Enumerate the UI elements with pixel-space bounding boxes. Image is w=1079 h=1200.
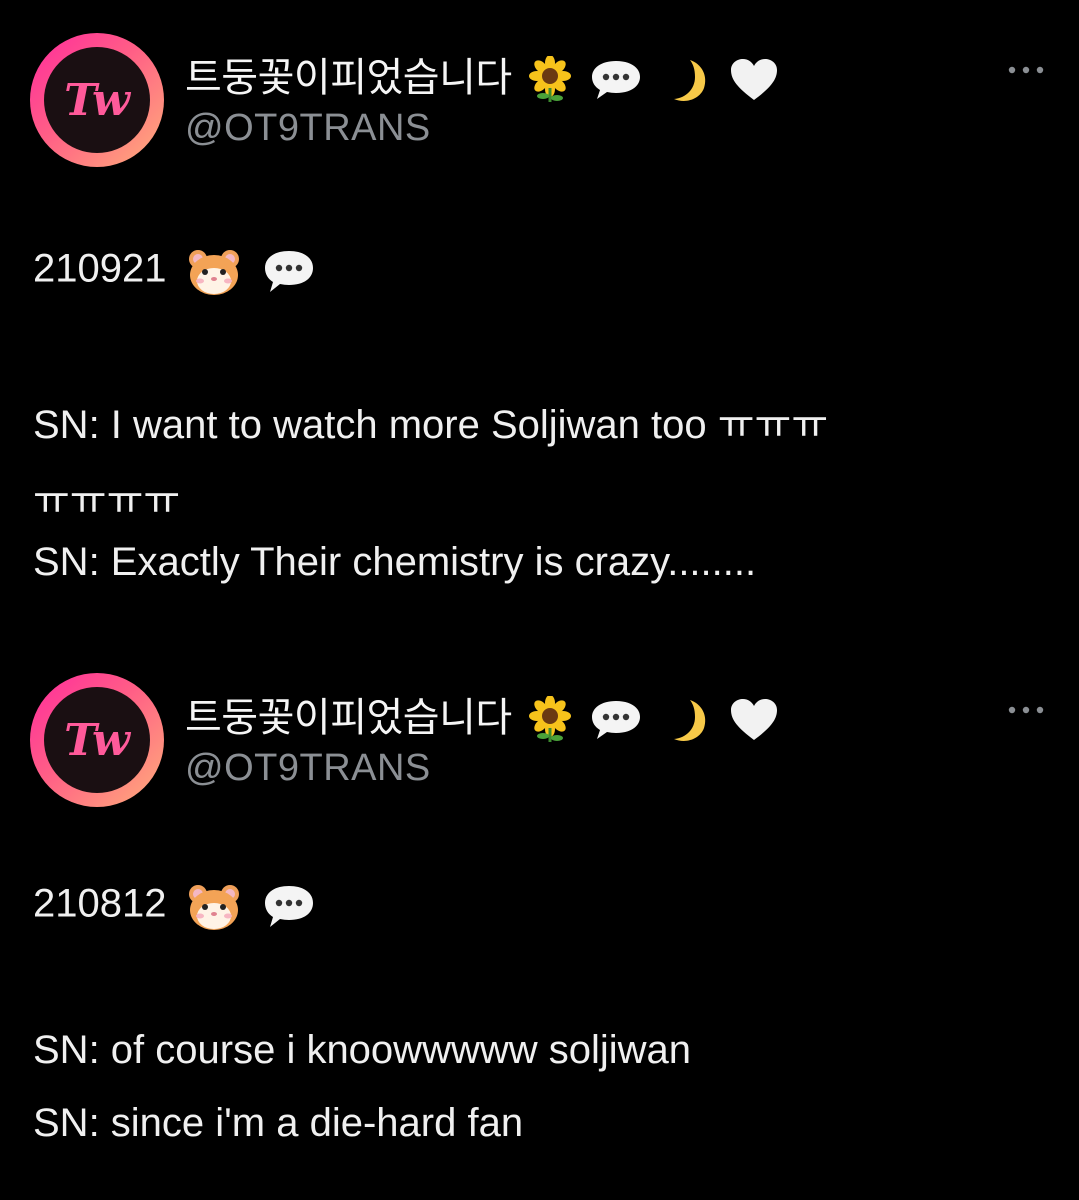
speech-bubble-icon <box>264 886 313 927</box>
avatar[interactable]: Tw <box>30 33 164 167</box>
tweet-card[interactable]: Tw 트둥꽃이피었습니다 <box>0 640 1079 1200</box>
sunflower-icon <box>529 696 572 743</box>
speech-bubble-icon <box>591 61 640 100</box>
display-name[interactable]: 트둥꽃이피었습니다 <box>185 685 780 744</box>
tweet-date: 210812 <box>33 881 167 926</box>
hamster-icon <box>188 885 239 930</box>
tweet-text-line: ㅠㅠㅠㅠ <box>33 479 181 523</box>
crescent-moon-icon <box>673 700 705 742</box>
sunflower-icon <box>529 56 572 103</box>
avatar[interactable]: Tw <box>30 673 164 807</box>
speech-bubble-icon <box>591 701 640 740</box>
tweet-date-line: 210812 <box>33 880 317 932</box>
avatar-logo: Tw <box>64 715 130 766</box>
avatar-inner: Tw <box>44 47 150 153</box>
tweet-text-line: SN: of course i knoowwwww soljiwan <box>33 1028 692 1072</box>
display-name-text: 트둥꽃이피었습니다 <box>185 56 512 100</box>
speech-bubble-icon <box>264 251 313 292</box>
display-name[interactable]: 트둥꽃이피었습니다 <box>185 45 780 104</box>
tweet-date: 210921 <box>33 246 167 291</box>
more-options-icon[interactable] <box>1004 700 1048 720</box>
user-handle[interactable]: @OT9TRANS <box>185 747 431 790</box>
avatar-inner: Tw <box>44 687 150 793</box>
hamster-icon <box>188 250 239 295</box>
avatar-logo: Tw <box>64 75 130 126</box>
tweet-text-line: SN: since i'm a die-hard fan <box>33 1101 524 1145</box>
white-heart-icon <box>731 59 778 101</box>
tweet-text-line: SN: Exactly Their chemistry is crazy....… <box>33 540 757 584</box>
crescent-moon-icon <box>673 60 705 102</box>
tweet-card[interactable]: Tw 트둥꽃이피었습니다 <box>0 0 1079 640</box>
tweet-text-line: SN: I want to watch more Soljiwan too ㅠㅠ… <box>33 403 829 447</box>
user-handle[interactable]: @OT9TRANS <box>185 107 431 150</box>
display-name-text: 트둥꽃이피었습니다 <box>185 696 512 740</box>
more-options-icon[interactable] <box>1004 60 1048 80</box>
white-heart-icon <box>731 699 778 741</box>
tweet-date-line: 210921 <box>33 245 317 297</box>
